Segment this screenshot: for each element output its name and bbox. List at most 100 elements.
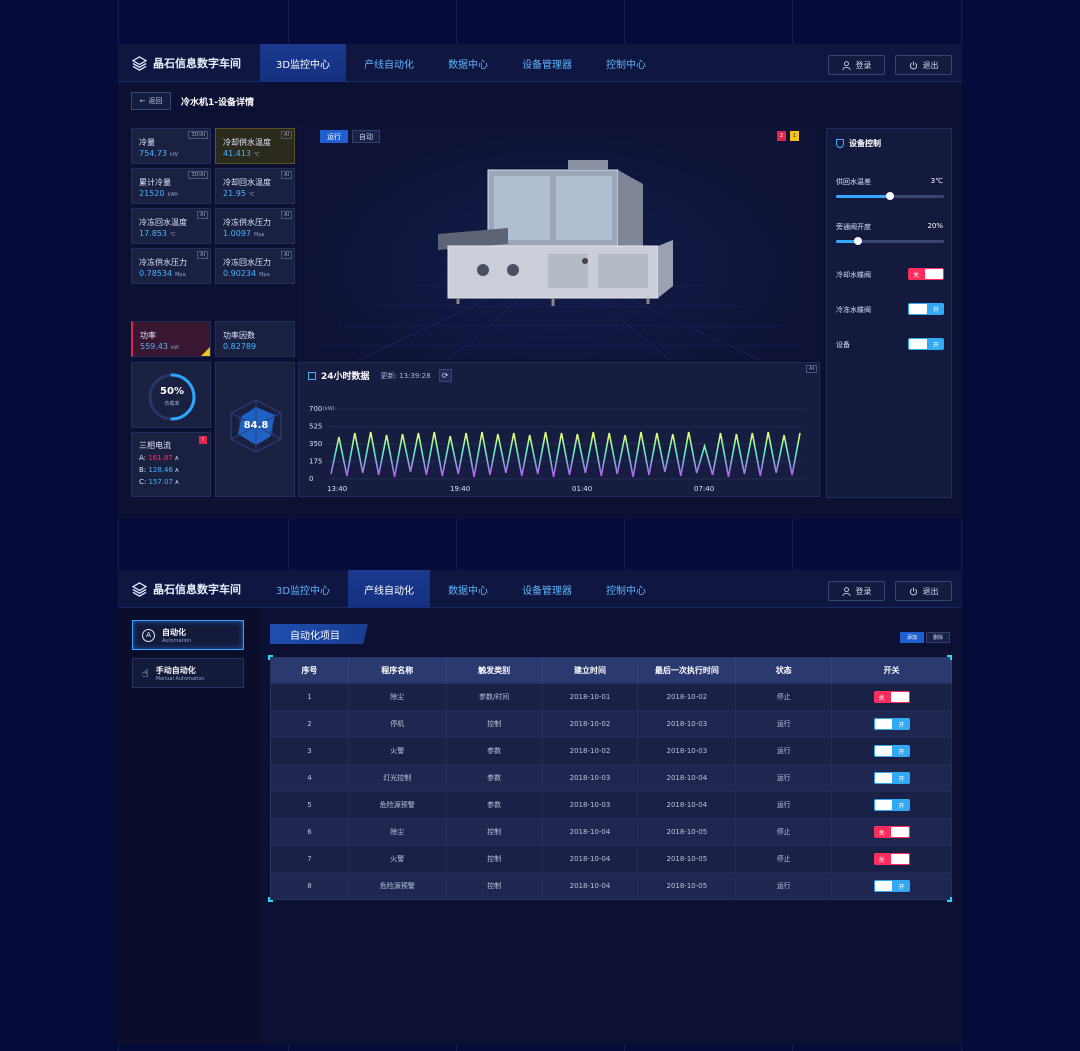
column-header[interactable]: 程序名称 [348,657,447,684]
row-switch-toggle[interactable]: 开 [873,718,910,730]
tab-automation[interactable]: 产线自动化 [348,44,430,82]
logout-label: 退出 [922,60,939,70]
bypass-slider[interactable] [836,237,944,245]
metric-tag: AI [281,211,292,219]
power-card: 功率 559.43 kW [131,321,211,357]
row-switch-toggle[interactable]: 关 [873,853,910,865]
chilled-valve-toggle[interactable]: 开 [908,303,944,315]
chart-ylabel: (kW) [323,406,335,412]
tab-data-center[interactable]: 数据中心 [432,570,504,608]
app-logo[interactable]: 晶石信息数字车间 [132,581,241,597]
tab-device-manager[interactable]: 设备管理器 [506,44,588,82]
table-cell-created: 2018-10-04 [542,818,639,846]
metric-tag: 3D/AI [188,131,208,139]
table-cell-switch: 开 [831,791,952,819]
alert-badge-yellow[interactable]: 1 [790,131,799,141]
logout-button[interactable]: 退出 [895,581,952,601]
table-cell-status: 停止 [735,845,833,873]
row-switch-toggle[interactable]: 开 [873,745,910,757]
table-cell-name: 除尘 [348,818,447,846]
back-label: 返回 [148,97,163,105]
table-cell-id: 3 [270,737,349,765]
mode-auto-button[interactable]: 自动 [352,130,380,143]
row-switch-toggle[interactable]: 开 [873,880,910,892]
alert-badge-red[interactable]: 2 [777,131,786,141]
temp-diff-slider[interactable] [836,192,944,200]
tab-3d-monitor[interactable]: 3D监控中心 [260,44,347,82]
tab-data-center[interactable]: 数据中心 [432,44,504,82]
shield-icon [836,139,844,148]
sidebar-item-sublabel: Automation [162,637,192,644]
login-label: 登录 [855,60,872,70]
row-switch-toggle[interactable]: 开 [873,772,910,784]
table-corner [268,655,273,660]
row-switch-toggle[interactable]: 开 [873,799,910,811]
row-switch-toggle[interactable]: 关 [873,691,910,703]
table-cell-name: 火警 [348,845,447,873]
table-row[interactable]: 7 火警 控制 2018-10-04 2018-10-05 停止 关 [270,845,952,873]
sidebar-item-manual-automation[interactable]: ☝ 手动自动化 Manual Automation [132,658,244,688]
chart-ytick-label: 175 [309,458,322,466]
delete-button[interactable]: 删除 [926,632,950,643]
metric-value: 21.95 ℃ [223,189,255,198]
sidebar-item-sublabel: Manual Automation [155,675,205,682]
cooling-valve-toggle[interactable]: 关 [908,268,944,280]
back-button[interactable]: ← 返回 [131,92,171,110]
column-header[interactable]: 触发类别 [446,657,543,684]
table-row[interactable]: 1 除尘 参数/时间 2018-10-01 2018-10-02 停止 关 [270,683,952,711]
table-cell-last: 2018-10-05 [637,872,737,900]
table-row[interactable]: 3 火警 参数 2018-10-02 2018-10-03 运行 开 [270,737,952,765]
login-button[interactable]: 登录 [828,55,885,75]
tab-device-manager[interactable]: 设备管理器 [506,570,588,608]
logout-button[interactable]: 退出 [895,55,952,75]
3d-viewport[interactable] [298,126,820,361]
tab-automation[interactable]: 产线自动化 [348,570,431,608]
table-cell-trigger: 参数 [446,791,543,819]
power-label: 功率 [140,331,156,340]
table-cell-name: 危险源预警 [348,872,447,900]
column-header[interactable]: 状态 [735,657,833,684]
chart-series-line [330,431,801,478]
table-row[interactable]: 8 危险源预警 控制 2018-10-04 2018-10-05 运行 开 [270,872,952,900]
table-cell-last: 2018-10-05 [637,818,737,846]
app-logo[interactable]: 晶石信息数字车间 [132,55,241,71]
user-icon [841,60,851,70]
tab-control-center[interactable]: 控制中心 [590,44,662,82]
table-cell-switch: 开 [831,764,952,792]
table-cell-name: 停机 [348,710,447,738]
table-cell-id: 7 [270,845,349,873]
device-toggle[interactable]: 开 [908,338,944,350]
tab-control-center[interactable]: 控制中心 [590,570,662,608]
table-cell-name: 灯光控制 [348,764,447,792]
column-header[interactable]: 建立时间 [542,657,639,684]
table-row[interactable]: 2 停机 控制 2018-10-02 2018-10-03 运行 开 [270,710,952,738]
device-detail-screen: 晶石信息数字车间 3D监控中心 产线自动化 数据中心 设备管理器 控制中心 登录… [118,44,962,518]
login-button[interactable]: 登录 [828,581,885,601]
slider-knob[interactable] [886,192,894,200]
table-row[interactable]: 5 危险源预警 参数 2018-10-03 2018-10-04 运行 开 [270,791,952,819]
hand-pointer-icon: ☝ [142,666,149,680]
chart-xtick-label: 01:40 [572,485,592,493]
slider-knob[interactable] [853,237,862,245]
column-header[interactable]: 开关 [831,657,952,684]
arrow-left-icon: ← [139,97,146,105]
sidebar-item-automation[interactable]: A 自动化 Automation [132,620,244,650]
column-header[interactable]: 最后一次执行时间 [637,657,737,684]
table-row[interactable]: 4 灯光控制 参数 2018-10-03 2018-10-04 运行 开 [270,764,952,792]
add-button[interactable]: 添加 [900,632,924,643]
mode-run-button[interactable]: 运行 [320,130,348,143]
table-cell-id: 5 [270,791,349,819]
table-cell-id: 2 [270,710,349,738]
table-cell-switch: 关 [831,818,952,846]
chiller-machine-3d [318,160,800,361]
row-switch-toggle[interactable]: 关 [873,826,910,838]
breadcrumb: ← 返回 冷水机1-设备详情 [131,92,254,110]
table-cell-name: 危险源预警 [348,791,447,819]
automation-screen: 晶石信息数字车间 3D监控中心 产线自动化 数据中心 设备管理器 控制中心 登录… [118,570,962,1044]
table-cell-switch: 开 [831,737,952,765]
table-row[interactable]: 6 除尘 控制 2018-10-04 2018-10-05 停止 关 [270,818,952,846]
device-label: 设备 [836,341,850,349]
table-header-row: 序号 程序名称 触发类别 建立时间 最后一次执行时间 状态 开关 [270,657,952,684]
column-header[interactable]: 序号 [270,657,349,684]
tab-3d-monitor[interactable]: 3D监控中心 [260,570,346,608]
